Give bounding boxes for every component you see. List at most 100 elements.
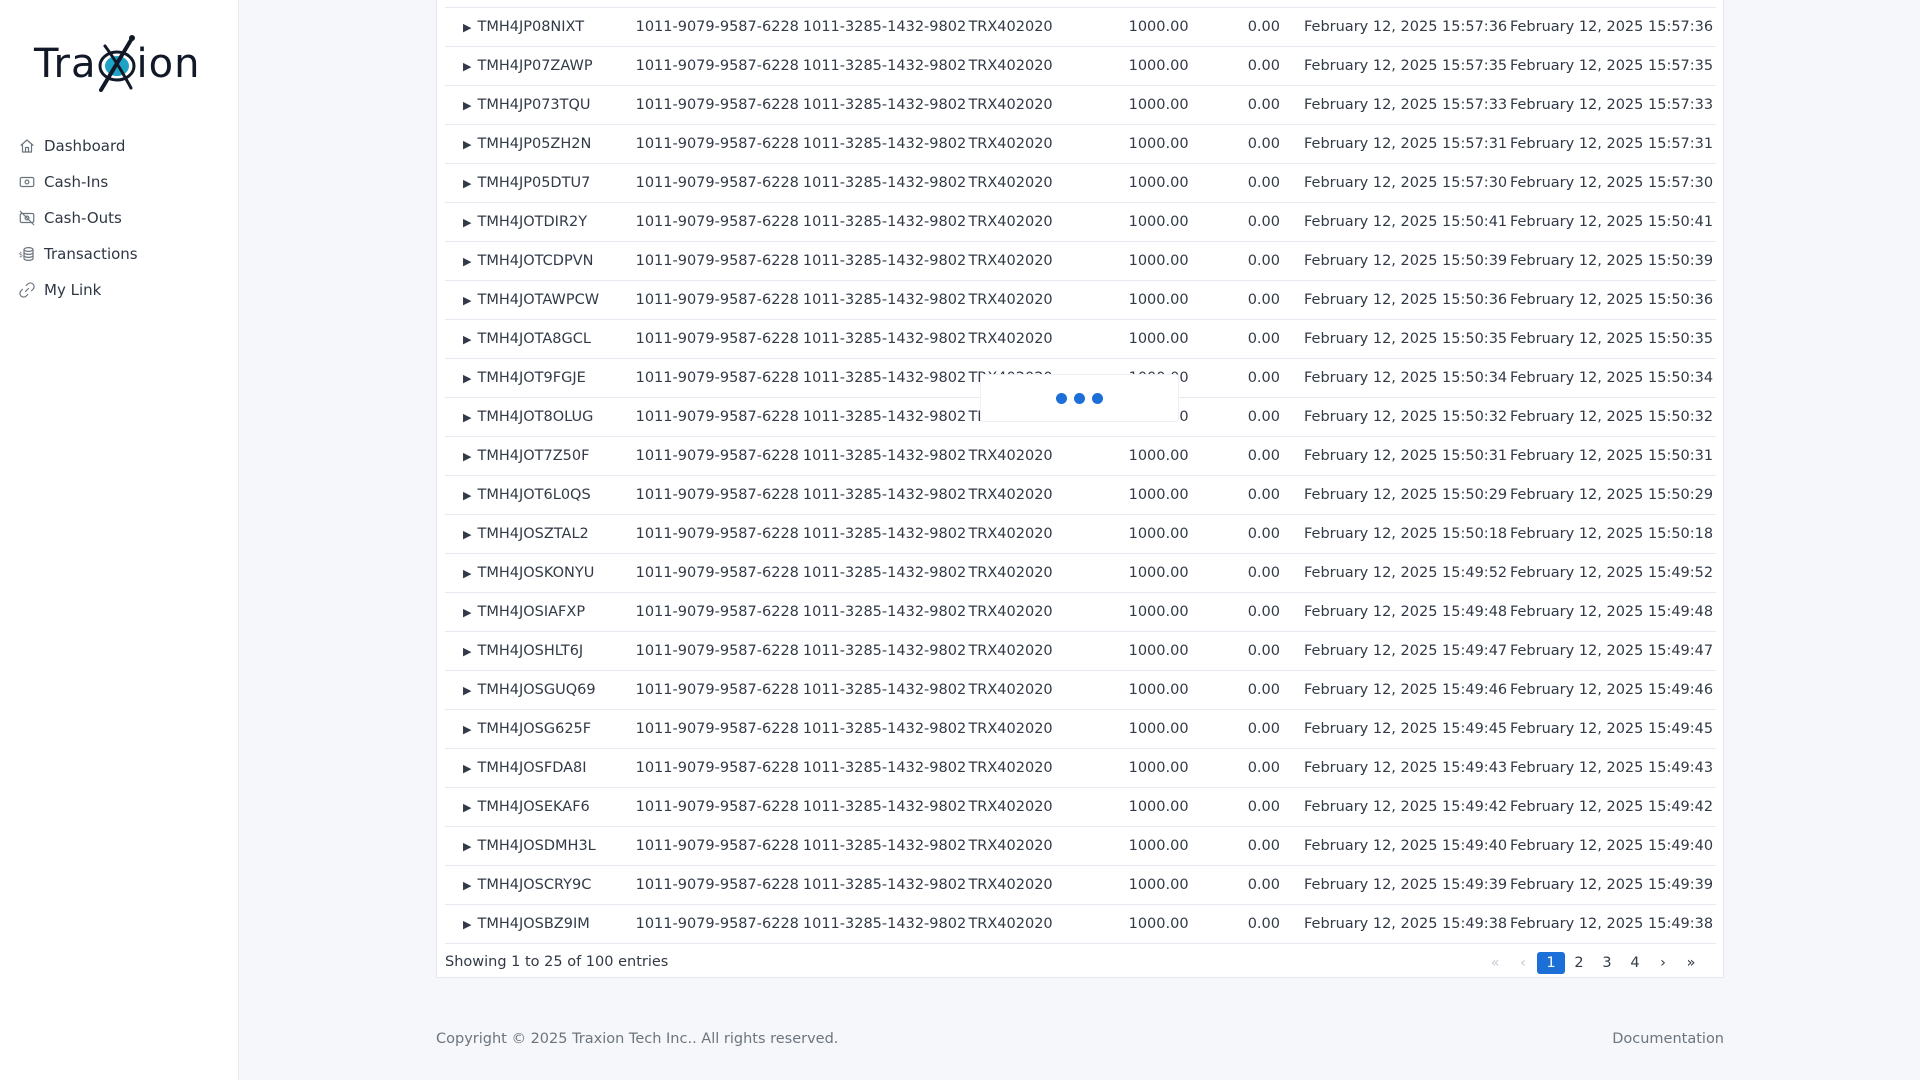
expand-row-icon[interactable]: ▶ [463,372,471,385]
expand-row-icon[interactable]: ▶ [463,294,471,307]
reference-cell: ▶ TMH4JOSCRY9C [445,866,636,905]
sidebar-item-transactions[interactable]: $ Transactions [0,236,239,272]
reference-text: TMH4JOTA8GCL [477,331,591,347]
sidebar-item-cash-outs[interactable]: Cash-Outs [0,200,239,236]
expand-row-icon[interactable]: ▶ [463,606,471,619]
reference-text: TMH4JOSBZ9IM [477,916,590,932]
table-row[interactable]: ▶ TMH4JOSCRY9C 1011-9079-9587-6228 1011-328… [445,865,1716,905]
coins-icon: $ [18,245,36,263]
reference-cell: ▶ TMH4JP05ZH2N [445,125,636,164]
merchant-code-cell: TRX402020 [968,838,1053,854]
expand-row-icon[interactable]: ▶ [463,645,471,658]
table-row[interactable]: ▶ TMH4JP073TQU 1011-9079-9587-6228 1011-328… [445,85,1716,125]
source-account-cell: 1011-9079-9587-6228 [635,253,799,269]
table-row[interactable]: ▶ TMH4JOSZTAL2 1011-9079-9587-6228 1011-328… [445,514,1716,554]
table-row[interactable]: ▶ TMH4JP05DTU7 1011-9079-9587-6228 1011-328… [445,163,1716,203]
expand-row-icon[interactable]: ▶ [463,255,471,268]
reference-cell: ▶ TMH4JP073TQU [445,86,636,125]
fee-cell: 0.00 [1247,214,1280,230]
updated-at-cell: February 12, 2025 15:50:31 [1509,448,1714,464]
table-row[interactable]: ▶ TMH4JOTAWPCW 1011-9079-9587-6228 1011-328… [445,280,1716,320]
expand-row-icon[interactable]: ▶ [463,762,471,775]
table-row[interactable]: ▶ TMH4JOTA8GCL 1011-9079-9587-6228 1011-328… [445,319,1716,359]
pagination-next-button[interactable]: › [1649,952,1677,974]
expand-row-icon[interactable]: ▶ [463,411,471,424]
sidebar-item-my-link[interactable]: My Link [0,272,239,308]
table-row[interactable]: ▶ TMH4JOSBZ9IM 1011-9079-9587-6228 1011-328… [445,904,1716,944]
expand-row-icon[interactable]: ▶ [463,333,471,346]
pagination-last-button[interactable]: » [1677,952,1705,974]
amount-cell: 1000.00 [1128,175,1189,191]
pagination-first-button[interactable]: « [1481,952,1509,974]
source-account-cell: 1011-9079-9587-6228 [635,604,799,620]
reference-cell: ▶ TMH4JP05DTU7 [445,164,636,203]
reference-text: TMH4JOT9FGJE [477,370,586,386]
traxion-logo[interactable]: Tra ion [34,28,206,100]
updated-at-cell: February 12, 2025 15:50:34 [1509,370,1714,386]
amount-cell: 1000.00 [1128,292,1189,308]
updated-at-cell: February 12, 2025 15:49:39 [1509,877,1714,893]
reference-cell: ▶ TMH4JOSGUQ69 [445,671,636,710]
table-row[interactable]: ▶ TMH4JOT6L0QS 1011-9079-9587-6228 1011-328… [445,475,1716,515]
sidebar-item-dashboard[interactable]: Dashboard [0,128,239,164]
destination-account-cell: 1011-3285-1432-9802 [802,487,967,503]
created-at-cell: February 12, 2025 15:50:29 [1303,487,1508,503]
expand-row-icon[interactable]: ▶ [463,450,471,463]
transactions-table: ▶ TMH4JP08NIXT 1011-9079-9587-6228 1011-328… [445,7,1716,944]
pagination-page-2[interactable]: 2 [1565,952,1593,974]
expand-row-icon[interactable]: ▶ [463,216,471,229]
updated-at-cell: February 12, 2025 15:50:35 [1509,331,1714,347]
table-row[interactable]: ▶ TMH4JOSKONYU 1011-9079-9587-6228 1011-328… [445,553,1716,593]
table-row[interactable]: ▶ TMH4JP05ZH2N 1011-9079-9587-6228 1011-328… [445,124,1716,164]
source-account-cell: 1011-9079-9587-6228 [635,682,799,698]
expand-row-icon[interactable]: ▶ [463,60,471,73]
expand-row-icon[interactable]: ▶ [463,684,471,697]
expand-row-icon[interactable]: ▶ [463,723,471,736]
created-at-cell: February 12, 2025 15:49:48 [1303,604,1508,620]
reference-text: TMH4JOSFDA8I [477,760,587,776]
reference-text: TMH4JOSIAFXP [477,604,586,620]
pagination-prev-button[interactable]: ‹ [1509,952,1537,974]
expand-row-icon[interactable]: ▶ [463,918,471,931]
table-row[interactable]: ▶ TMH4JOSEKAF6 1011-9079-9587-6228 1011-328… [445,787,1716,827]
expand-row-icon[interactable]: ▶ [463,177,471,190]
table-row[interactable]: ▶ TMH4JOSDMH3L 1011-9079-9587-6228 1011-328… [445,826,1716,866]
expand-row-icon[interactable]: ▶ [463,801,471,814]
reference-text: TMH4JP073TQU [477,97,591,113]
pagination-page-4[interactable]: 4 [1621,952,1649,974]
merchant-code-cell: TRX402020 [968,331,1053,347]
table-row[interactable]: ▶ TMH4JP08NIXT 1011-9079-9587-6228 1011-328… [445,7,1716,47]
source-account-cell: 1011-9079-9587-6228 [635,58,799,74]
table-row[interactable]: ▶ TMH4JP07ZAWP 1011-9079-9587-6228 1011-328… [445,46,1716,86]
expand-row-icon[interactable]: ▶ [463,528,471,541]
expand-row-icon[interactable]: ▶ [463,489,471,502]
source-account-cell: 1011-9079-9587-6228 [635,136,799,152]
expand-row-icon[interactable]: ▶ [463,99,471,112]
expand-row-icon[interactable]: ▶ [463,879,471,892]
table-row[interactable]: ▶ TMH4JOSFDA8I 1011-9079-9587-6228 1011-328… [445,748,1716,788]
reference-cell: ▶ TMH4JOTA8GCL [445,320,636,359]
merchant-code-cell: TRX402020 [968,448,1053,464]
documentation-link[interactable]: Documentation [1612,1031,1724,1047]
pagination-page-1[interactable]: 1 [1537,952,1565,974]
sidebar-item-label: Dashboard [44,137,126,155]
table-row[interactable]: ▶ TMH4JOTCDPVN 1011-9079-9587-6228 1011-328… [445,241,1716,281]
table-row[interactable]: ▶ TMH4JOT7Z50F 1011-9079-9587-6228 1011-328… [445,436,1716,476]
table-row[interactable]: ▶ TMH4JOSIAFXP 1011-9079-9587-6228 1011-328… [445,592,1716,632]
updated-at-cell: February 12, 2025 15:50:36 [1509,292,1714,308]
table-row[interactable]: ▶ TMH4JOSGUQ69 1011-9079-9587-6228 1011-328… [445,670,1716,710]
destination-account-cell: 1011-3285-1432-9802 [802,97,967,113]
destination-account-cell: 1011-3285-1432-9802 [802,565,967,581]
table-row[interactable]: ▶ TMH4JOSHLT6J 1011-9079-9587-6228 1011-328… [445,631,1716,671]
expand-row-icon[interactable]: ▶ [463,138,471,151]
logo-text-left: Tra [34,41,97,87]
created-at-cell: February 12, 2025 15:50:32 [1303,409,1508,425]
table-row[interactable]: ▶ TMH4JOTDIR2Y 1011-9079-9587-6228 1011-328… [445,202,1716,242]
expand-row-icon[interactable]: ▶ [463,840,471,853]
table-row[interactable]: ▶ TMH4JOSG625F 1011-9079-9587-6228 1011-328… [445,709,1716,749]
expand-row-icon[interactable]: ▶ [463,567,471,580]
sidebar-item-cash-ins[interactable]: Cash-Ins [0,164,239,200]
expand-row-icon[interactable]: ▶ [463,21,471,34]
pagination-page-3[interactable]: 3 [1593,952,1621,974]
fee-cell: 0.00 [1247,253,1280,269]
